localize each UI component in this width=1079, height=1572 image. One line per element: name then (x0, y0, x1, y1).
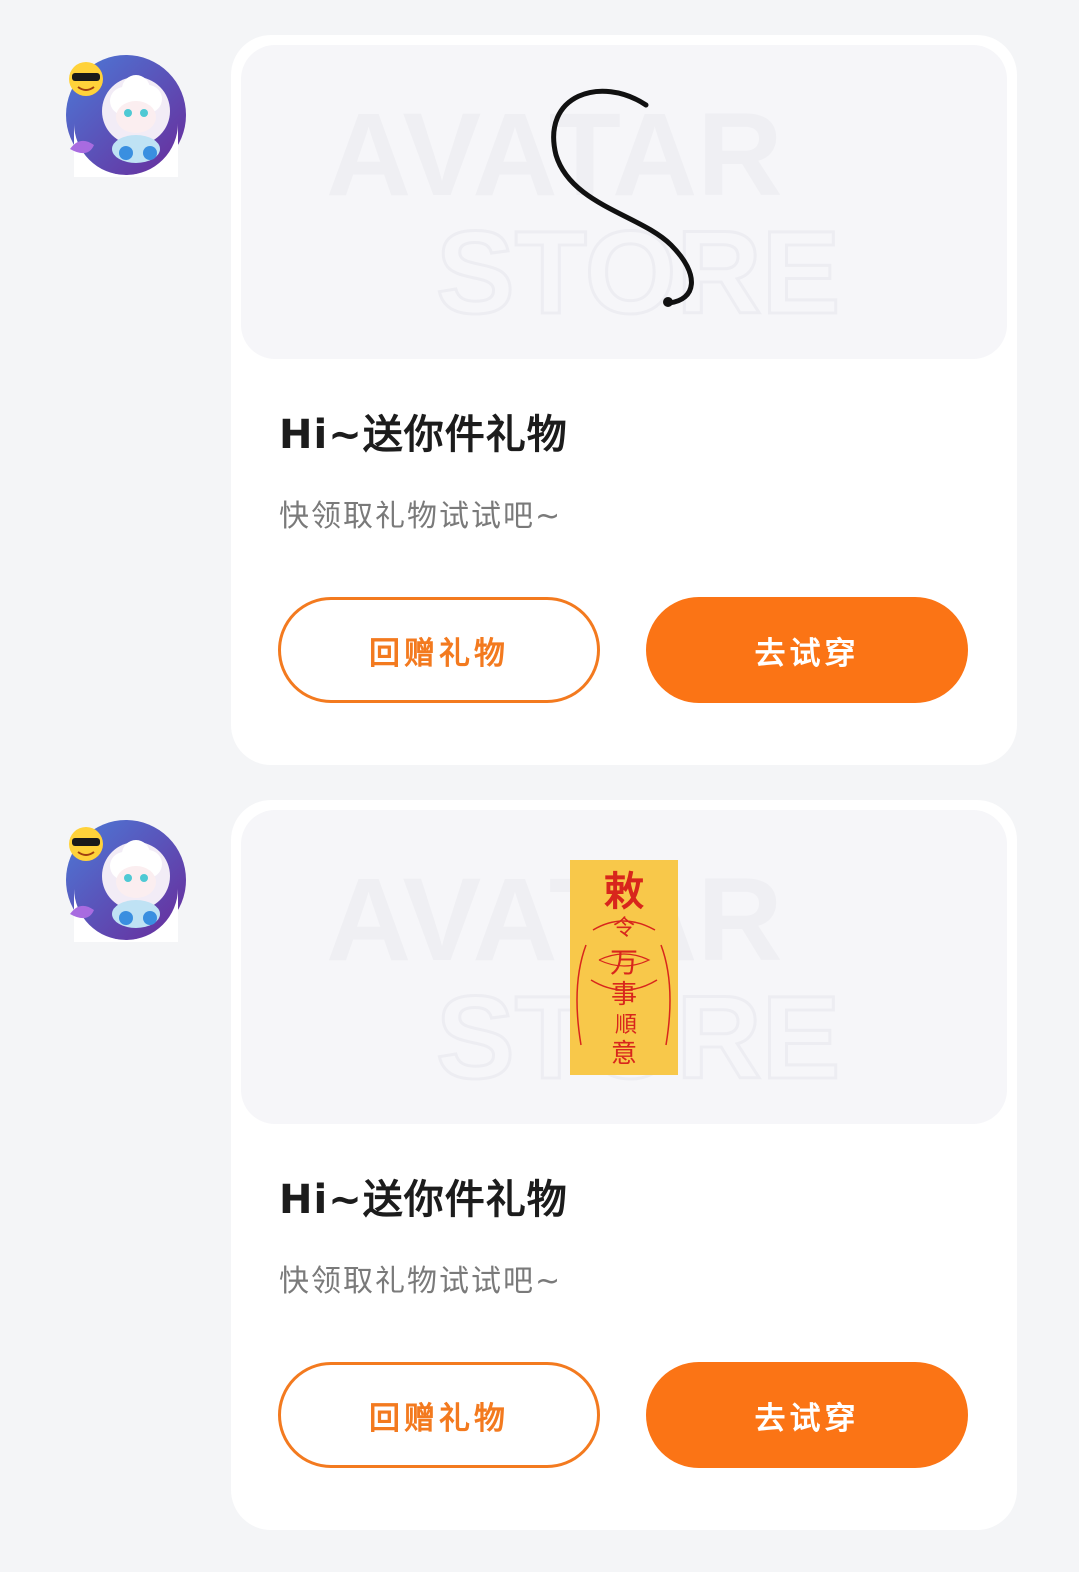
card-title: Hi~送你件礼物 (279, 412, 568, 458)
talisman-char: 敕 (604, 868, 644, 915)
talisman-char: 令 (613, 916, 635, 941)
talisman-char: 意 (611, 1039, 637, 1069)
talisman-char: 万 (610, 946, 638, 979)
gift-preview[interactable]: AVATAR STORE (241, 45, 1007, 359)
card-subtitle: 快领取礼物试试吧~ (279, 499, 563, 534)
card-title: Hi~送你件礼物 (279, 1177, 568, 1223)
black-curly-tail-icon (551, 88, 694, 307)
talisman-char: 事 (611, 980, 637, 1010)
sheep-avatar-icon (66, 820, 186, 942)
try-on-button[interactable]: 去试穿 (646, 597, 968, 703)
return-gift-button[interactable]: 回赠礼物 (278, 597, 600, 703)
sender-avatar[interactable] (64, 53, 188, 177)
sender-avatar[interactable] (64, 818, 188, 942)
gift-card: AVATAR STORE Hi~送你件礼物 快领取礼物试试吧~ 回赠礼物 去试穿 (231, 35, 1017, 765)
card-subtitle: 快领取礼物试试吧~ (279, 1264, 563, 1299)
yellow-talisman-icon: 敕 令 万 事 順 意 (570, 860, 678, 1075)
sheep-avatar-icon (66, 55, 186, 177)
try-on-button[interactable]: 去试穿 (646, 1362, 968, 1468)
gift-card: AVATAR STORE 敕 令 万 事 順 意 Hi~送你件礼物 快领取礼物试… (231, 800, 1017, 1530)
talisman-char: 順 (615, 1013, 637, 1038)
return-gift-button[interactable]: 回赠礼物 (278, 1362, 600, 1468)
gift-preview[interactable]: AVATAR STORE 敕 令 万 事 順 意 (241, 810, 1007, 1124)
